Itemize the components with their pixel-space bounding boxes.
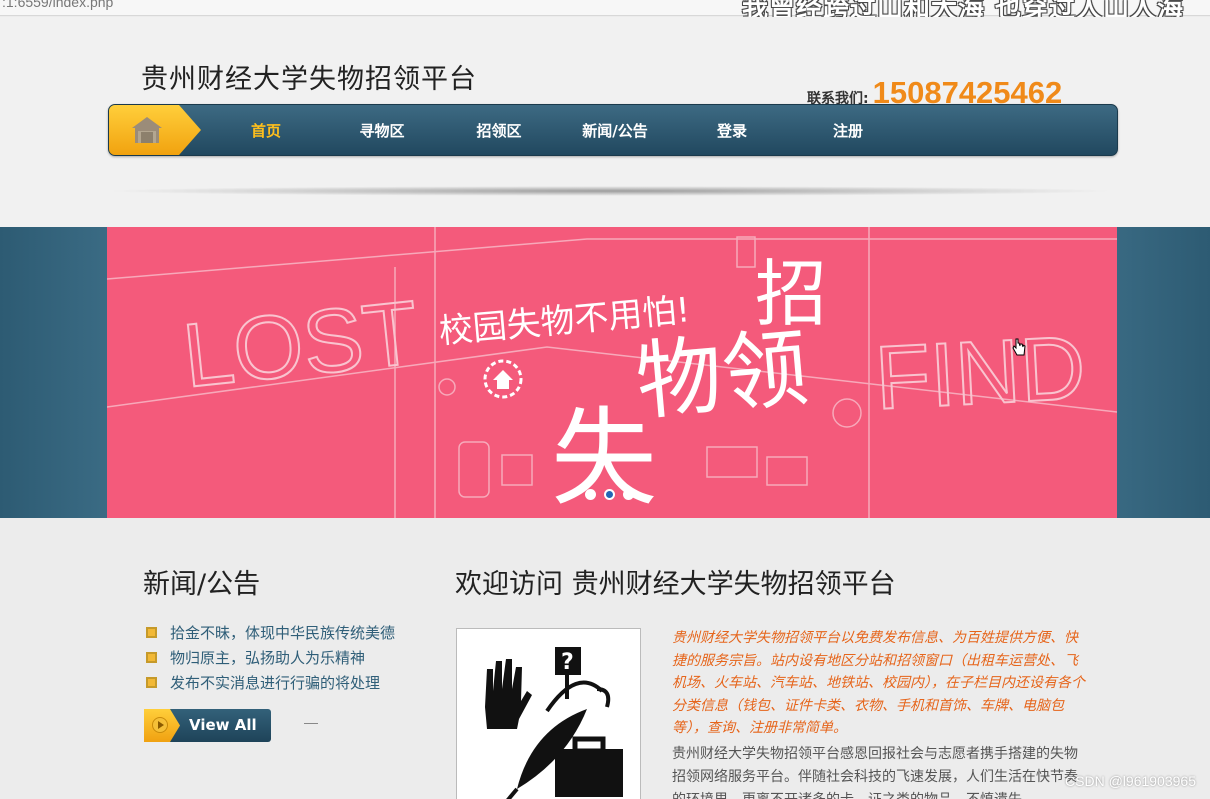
news-list: 拾金不昧，体现中华民族传统美德 物归原主，弘扬助人为乐精神 发布不实消息进行行骗… [146, 620, 395, 695]
nav-register[interactable]: 注册 [803, 120, 893, 141]
banner-lost-word: LOST [179, 283, 423, 407]
view-all-button[interactable]: View All [144, 709, 271, 742]
slide-dot-3[interactable] [623, 489, 634, 500]
watermark: CSDN @l961903965 [1065, 773, 1196, 789]
banner-find-word: FIND [873, 318, 1088, 429]
banner-logo-icon [483, 359, 523, 399]
nav-home-button[interactable] [109, 105, 201, 155]
news-section-title: 新闻/公告 [143, 569, 261, 600]
house-icon [132, 117, 162, 143]
news-item[interactable]: 物归原主，弘扬助人为乐精神 [146, 645, 395, 670]
svg-text:?: ? [561, 650, 574, 675]
bullet-icon [146, 677, 157, 688]
nav-home[interactable]: 首页 [221, 120, 311, 141]
news-item[interactable]: 拾金不昧，体现中华民族传统美德 [146, 620, 395, 645]
nav-news[interactable]: 新闻/公告 [570, 120, 660, 141]
banner-artwork: LOST FIND 校园失物不用怕! 招 物领 失 [107, 227, 1117, 518]
news-item[interactable]: 发布不实消息进行行骗的将处理 [146, 670, 395, 695]
divider [304, 723, 318, 724]
url-text: :1:6559/index.php [2, 0, 114, 10]
news-item-text: 发布不实消息进行行骗的将处理 [170, 674, 381, 692]
arrow-right-icon [144, 709, 180, 742]
lost-items-icon: ? [485, 647, 623, 799]
banner-slider[interactable]: LOST FIND 校园失物不用怕! 招 物领 失 [107, 227, 1117, 518]
bullet-icon [146, 652, 157, 663]
intro-body-text: 贵州财经大学失物招领平台感恩回报社会与志愿者携手搭建的失物招领网络服务平台。伴随… [672, 746, 1078, 799]
lost-items-image: ? [456, 628, 641, 799]
slide-dot-1[interactable] [585, 489, 596, 500]
nav-search-lost[interactable]: 寻物区 [337, 120, 427, 141]
site-title: 贵州财经大学失物招领平台 [141, 64, 477, 95]
nav-shadow [104, 186, 1116, 196]
nav-login[interactable]: 登录 [687, 120, 777, 141]
intro-highlight-text: 贵州财经大学失物招领平台以免费发布信息、为百姓提供方便、快捷的服务宗旨。站内设有… [672, 630, 1085, 736]
banner-big-wuling: 物领 [632, 318, 812, 433]
view-all-label: View All [189, 716, 257, 734]
news-item-text: 拾金不昧，体现中华民族传统美德 [170, 624, 396, 642]
welcome-title: 欢迎访问 贵州财经大学失物招领平台 [455, 569, 896, 600]
bullet-icon [146, 627, 157, 638]
slide-indicators [585, 489, 634, 500]
hand-cursor-icon [1012, 338, 1026, 356]
news-item-text: 物归原主，弘扬助人为乐精神 [170, 649, 366, 667]
main-nav: 首页 寻物区 招领区 新闻/公告 登录 注册 [108, 104, 1118, 156]
slide-dot-2[interactable] [604, 489, 615, 500]
nav-found[interactable]: 招领区 [454, 120, 544, 141]
